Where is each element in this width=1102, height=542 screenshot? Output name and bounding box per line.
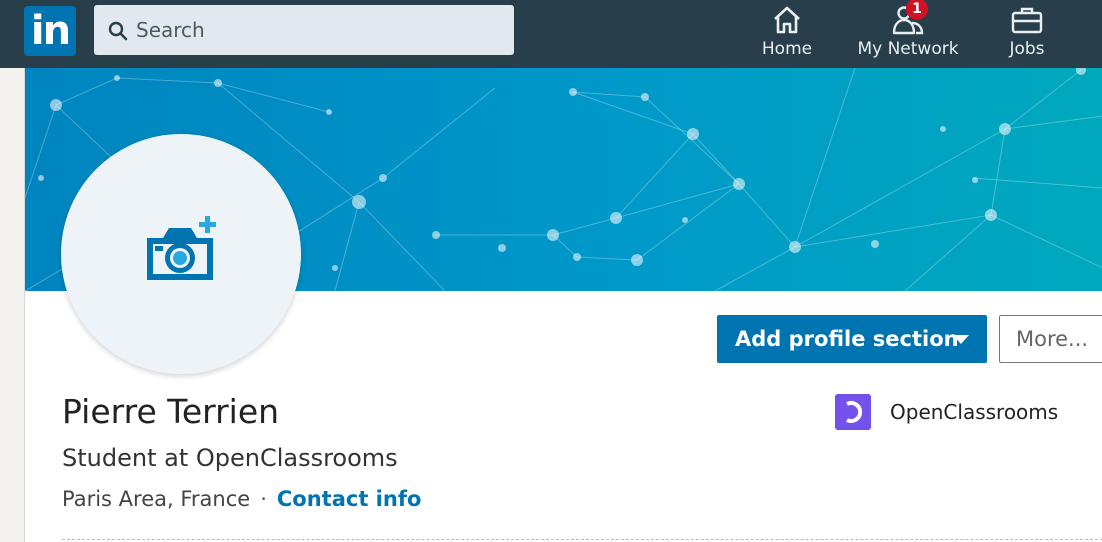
caret-down-icon [953,335,969,344]
contact-info-link[interactable]: Contact info [277,487,422,511]
profile-headline: Student at OpenClassrooms [62,444,398,472]
linkedin-logo[interactable]: in [24,6,76,56]
add-profile-section-label: Add profile section [735,327,959,351]
search-input[interactable] [136,15,496,45]
profile-photo-placeholder[interactable] [61,134,301,374]
home-icon [774,6,800,34]
add-photo-camera-icon [147,216,216,280]
profile-location: Paris Area, France [62,487,251,511]
nav-my-network[interactable]: 1 My Network [850,0,966,68]
nav-jobs-label: Jobs [1009,39,1045,59]
profile-location-row: Paris Area, France · Contact info [62,487,421,511]
top-nav-bar: in Home 1 My Network Jobs [0,0,1102,68]
search-icon [108,21,128,41]
add-profile-section-button[interactable]: Add profile section [717,315,987,363]
nav-home[interactable]: Home [752,0,822,68]
separator-dot: · [260,487,267,511]
more-button[interactable]: More... [999,315,1102,363]
profile-card: Add profile section More... Pierre Terri… [24,68,1102,542]
search-box[interactable] [94,5,514,55]
profile-name: Pierre Terrien [62,392,280,431]
briefcase-icon [1011,7,1043,34]
nav-my-network-label: My Network [857,39,959,59]
nav-jobs[interactable]: Jobs [992,0,1062,68]
openclassrooms-logo [835,394,871,430]
section-divider [62,539,1102,540]
company-name: OpenClassrooms [890,400,1059,424]
nav-home-label: Home [761,39,813,59]
